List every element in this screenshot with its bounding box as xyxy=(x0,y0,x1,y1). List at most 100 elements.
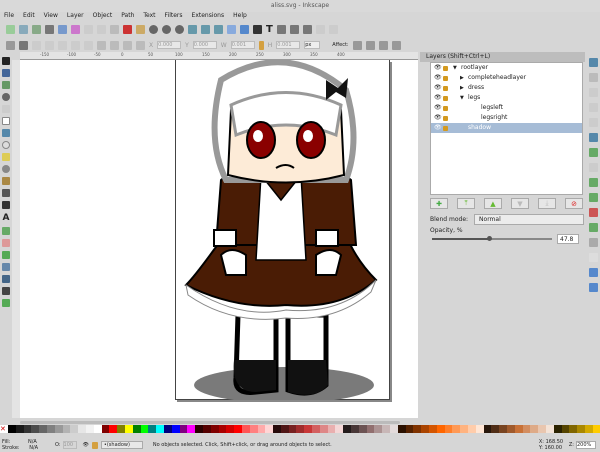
color-swatch[interactable] xyxy=(148,425,157,433)
layer-row-legs[interactable]: 👁 ▼ legs xyxy=(431,93,582,103)
lower-layer-button[interactable]: ▼ xyxy=(511,198,529,209)
lock-icon[interactable] xyxy=(443,126,448,131)
horizontal-ruler[interactable]: -150 -100 -50 0 50 100 150 200 250 300 350 400 xyxy=(20,52,418,60)
color-swatch[interactable] xyxy=(577,425,585,433)
redo-icon[interactable] xyxy=(97,24,106,34)
new-icon[interactable] xyxy=(6,24,15,34)
tweak-tool-icon[interactable] xyxy=(2,81,10,89)
raise-layer-button[interactable]: ▲ xyxy=(484,198,502,209)
color-swatch[interactable] xyxy=(507,425,515,433)
rectangle-tool-icon[interactable] xyxy=(2,117,10,125)
layers-tree[interactable]: 👁 ▼ rootlayer 👁 ▶ completeheadlayer 👁 ▶ dress 👁 ▼ l… xyxy=(430,62,583,195)
layer-lock-icon[interactable] xyxy=(91,441,98,449)
pencil-tool-icon[interactable] xyxy=(2,177,10,185)
color-swatch[interactable] xyxy=(109,425,118,433)
color-swatch[interactable] xyxy=(390,425,398,433)
layers-icon[interactable] xyxy=(276,24,286,34)
xml-editor-icon[interactable] xyxy=(289,24,299,34)
h-input[interactable]: 0.001 xyxy=(276,41,301,49)
lock-icon[interactable] xyxy=(443,86,448,91)
color-swatch[interactable] xyxy=(171,425,180,433)
print-icon[interactable] xyxy=(45,24,54,34)
snap-toggle-icon[interactable] xyxy=(588,58,598,67)
color-swatch[interactable] xyxy=(468,425,476,433)
color-swatch[interactable] xyxy=(241,425,250,433)
raise-icon[interactable] xyxy=(110,40,119,50)
bucket-tool-icon[interactable] xyxy=(2,251,10,259)
import-icon[interactable] xyxy=(58,24,67,34)
open-icon[interactable] xyxy=(19,24,28,34)
expander-arrow-icon[interactable]: ▶ xyxy=(460,73,468,83)
menu-object[interactable]: Object xyxy=(93,11,113,21)
move-gradients-icon[interactable] xyxy=(378,40,388,50)
color-swatch[interactable] xyxy=(483,425,492,433)
color-swatch[interactable] xyxy=(319,425,328,433)
visibility-eye-icon[interactable]: 👁 xyxy=(83,442,89,448)
expander-arrow-icon[interactable]: ▼ xyxy=(453,63,461,73)
spray-tool-icon[interactable] xyxy=(2,227,10,235)
w-input[interactable]: 0.001 xyxy=(230,41,255,49)
3d-box-tool-icon[interactable] xyxy=(2,129,10,137)
no-paint-swatch[interactable]: ✕ xyxy=(0,425,8,433)
menu-edit[interactable]: Edit xyxy=(23,11,35,21)
document-properties-icon[interactable] xyxy=(328,24,338,34)
color-swatch[interactable] xyxy=(249,425,258,433)
eraser-tool-icon[interactable] xyxy=(2,239,10,247)
pen-tool-icon[interactable] xyxy=(2,189,10,197)
color-swatch[interactable] xyxy=(358,425,367,433)
color-swatch[interactable] xyxy=(351,425,359,433)
color-swatch[interactable] xyxy=(163,425,172,433)
ellipse-tool-icon[interactable] xyxy=(2,141,10,149)
visibility-eye-icon[interactable]: 👁 xyxy=(434,93,442,103)
layer-row-legsleft[interactable]: 👁 legsleft xyxy=(431,103,582,113)
undo-icon[interactable] xyxy=(84,24,93,34)
color-swatch[interactable] xyxy=(117,425,125,433)
snap-centers-icon[interactable] xyxy=(588,223,598,232)
color-swatch[interactable] xyxy=(475,425,484,433)
flip-v-icon[interactable] xyxy=(84,40,93,50)
color-swatch[interactable] xyxy=(374,425,383,433)
opacity-slider[interactable] xyxy=(432,236,552,241)
scale-corners-icon[interactable] xyxy=(365,40,375,50)
lock-icon[interactable] xyxy=(443,106,448,111)
color-swatch[interactable] xyxy=(101,425,110,433)
color-swatch[interactable] xyxy=(257,425,266,433)
select-all-layers-icon[interactable] xyxy=(19,40,28,50)
measure-tool-icon[interactable] xyxy=(2,105,10,113)
visibility-eye-icon[interactable]: 👁 xyxy=(434,113,442,123)
color-swatch[interactable] xyxy=(335,425,344,433)
color-swatch[interactable] xyxy=(444,425,453,433)
lock-icon[interactable] xyxy=(443,96,448,101)
duplicate-icon[interactable] xyxy=(188,24,197,34)
color-swatch[interactable] xyxy=(195,425,203,433)
snap-cusp-icon[interactable] xyxy=(588,178,598,187)
color-swatch[interactable] xyxy=(366,425,375,433)
color-swatch[interactable] xyxy=(39,425,47,433)
fill-stroke-indicator[interactable]: Fill: N/A Stroke: N/A xyxy=(0,439,55,451)
snap-bbox-icon[interactable] xyxy=(588,73,598,82)
color-swatch[interactable] xyxy=(202,425,211,433)
zoom-drawing-icon[interactable] xyxy=(162,24,171,34)
raise-top-icon[interactable] xyxy=(97,40,106,50)
zoom-tool-icon[interactable] xyxy=(2,93,10,101)
group-icon[interactable] xyxy=(227,24,236,34)
color-swatch[interactable] xyxy=(429,425,437,433)
y-input[interactable]: 0.000 xyxy=(192,41,217,49)
color-swatch[interactable] xyxy=(124,425,133,433)
add-layer-button[interactable]: ✚ xyxy=(430,198,448,209)
connector-tool-icon[interactable] xyxy=(2,299,10,307)
lock-icon[interactable] xyxy=(443,116,448,121)
color-swatch[interactable] xyxy=(452,425,461,433)
vertical-ruler[interactable] xyxy=(12,60,20,418)
export-icon[interactable] xyxy=(71,24,80,34)
color-swatch[interactable] xyxy=(179,425,188,433)
color-swatch[interactable] xyxy=(273,425,281,433)
visibility-eye-icon[interactable]: 👁 xyxy=(434,63,442,73)
blend-mode-select[interactable]: Normal xyxy=(474,213,585,225)
select-all-icon[interactable] xyxy=(6,40,15,50)
lock-icon[interactable] xyxy=(443,66,448,71)
color-swatch[interactable] xyxy=(210,425,219,433)
layer-row-completeheadlayer[interactable]: 👁 ▶ completeheadlayer xyxy=(431,73,582,83)
lock-ratio-icon[interactable] xyxy=(258,40,264,50)
copy-icon[interactable] xyxy=(110,24,119,34)
